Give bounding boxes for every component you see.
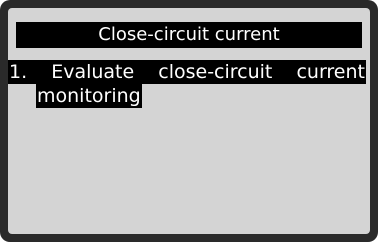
menu-item-label-line-2: monitoring	[36, 84, 142, 108]
menu-list: 1. Evaluate close-circuit current monito…	[8, 60, 368, 108]
menu-item-label-line-1: 1. Evaluate close-circuit current	[8, 60, 366, 84]
screen-title: Close-circuit current	[16, 22, 362, 48]
menu-item-evaluate-close-circuit-current[interactable]: 1. Evaluate close-circuit current monito…	[8, 60, 368, 108]
device-bezel: Close-circuit current 1. Evaluate close-…	[0, 0, 378, 242]
lcd-screen: Close-circuit current 1. Evaluate close-…	[8, 8, 370, 234]
